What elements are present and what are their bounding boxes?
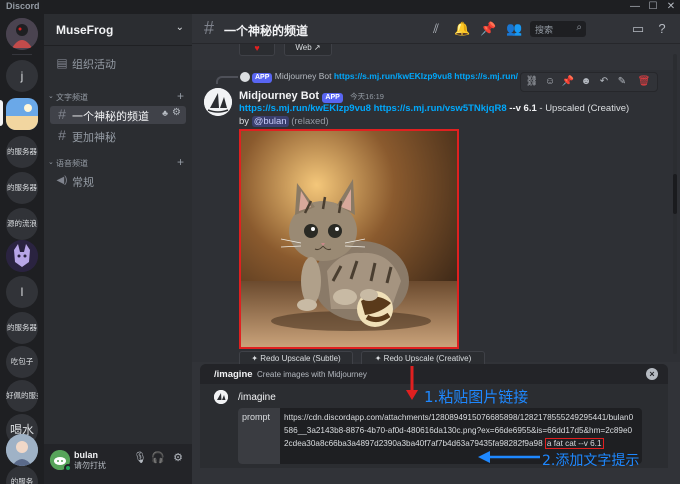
annotation-step-2: 2.添加文字提示 xyxy=(542,453,640,469)
annotation-step-1: 1.粘贴图片链接 xyxy=(424,388,529,406)
hash-icon: # xyxy=(204,18,215,38)
pin-icon[interactable]: 📌 xyxy=(480,21,496,37)
channel-header: # 一个神秘的频道 ⫽ 🔔 📌 👥 搜索 ⌕ ▭ ? xyxy=(192,14,680,44)
threads-icon[interactable]: ⫽ xyxy=(428,21,444,37)
page-title: 一个神秘的频道 xyxy=(224,24,309,38)
search-icon: ⌕ xyxy=(576,22,582,33)
blue-arrowhead xyxy=(478,451,490,463)
red-arrowhead xyxy=(406,390,418,400)
inbox-icon[interactable]: ▭ xyxy=(630,21,646,37)
bell-icon[interactable]: 🔔 xyxy=(454,21,470,37)
members-icon[interactable]: 👥 xyxy=(506,21,522,37)
search-input[interactable]: 搜索 ⌕ xyxy=(530,21,586,37)
help-icon[interactable]: ? xyxy=(654,21,670,37)
search-placeholder: 搜索 xyxy=(535,25,554,35)
annotation-arrows xyxy=(406,366,540,463)
